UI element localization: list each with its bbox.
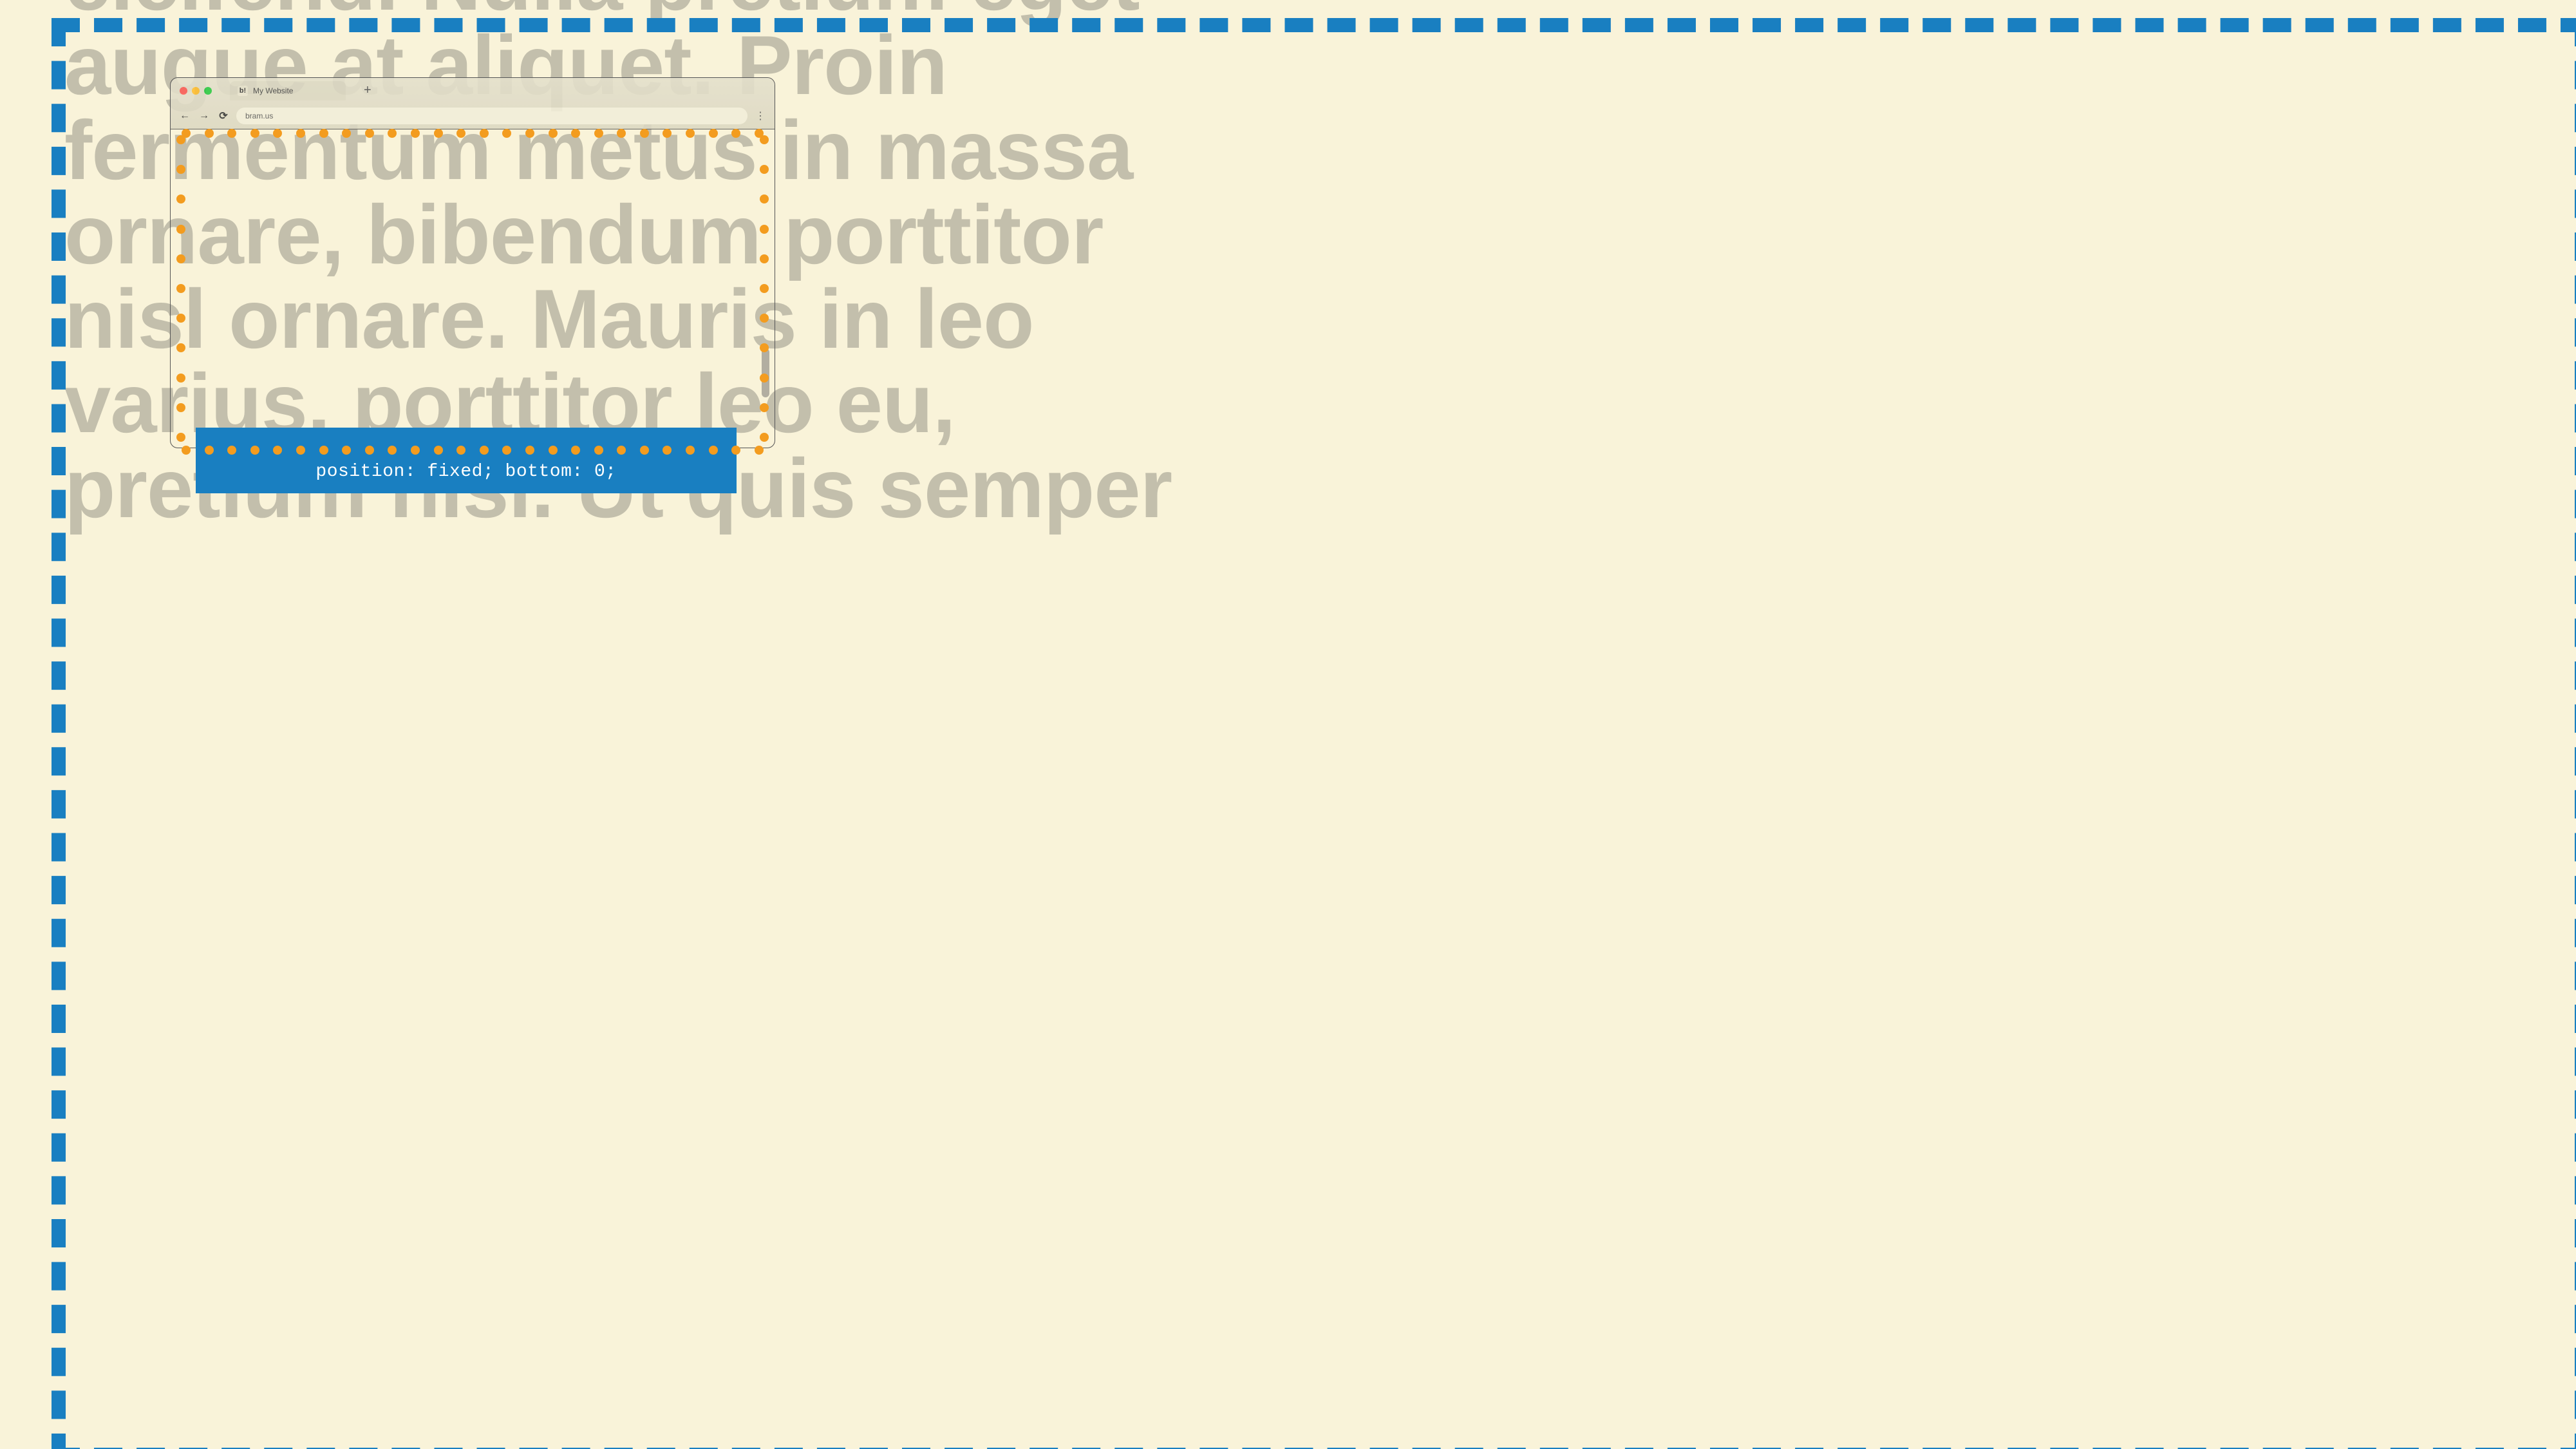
close-window-icon[interactable] [180,87,187,95]
traffic-lights [180,87,212,95]
browser-viewport [171,129,775,448]
new-tab-button[interactable]: + [364,83,371,98]
tab-strip: b! My Website + [171,78,775,104]
fixed-position-bar: position: fixed; bottom: 0; [196,428,737,493]
browser-tab[interactable]: b! My Website [230,81,346,100]
tab-title: My Website [253,86,293,95]
url-text: bram.us [245,111,273,120]
reload-button[interactable]: ⟳ [217,109,230,122]
browser-toolbar: ← → ⟳ bram.us ⋮ [171,104,775,129]
scrollbar-thumb[interactable] [762,348,769,397]
back-button[interactable]: ← [178,109,191,122]
kebab-menu-icon[interactable]: ⋮ [754,109,767,122]
address-bar[interactable]: bram.us [236,108,747,124]
browser-chrome: b! My Website + ← → ⟳ bram.us ⋮ [171,78,775,129]
browser-window: b! My Website + ← → ⟳ bram.us ⋮ [170,77,775,448]
favicon-icon: b! [238,86,248,96]
maximize-window-icon[interactable] [204,87,212,95]
forward-button[interactable]: → [198,109,211,122]
minimize-window-icon[interactable] [192,87,200,95]
fixed-bar-label: position: fixed; bottom: 0; [315,462,616,482]
